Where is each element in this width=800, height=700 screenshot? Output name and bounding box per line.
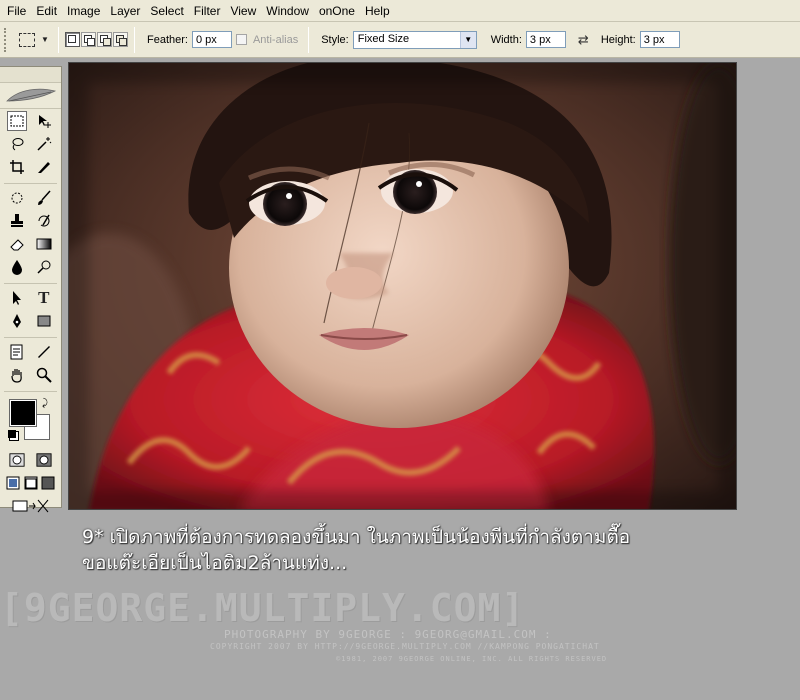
photo-portrait-child — [69, 63, 736, 509]
screen-mode-maximized-icon[interactable] — [22, 473, 40, 493]
tools-panel: T ⤸ — [0, 66, 62, 512]
screen-mode-full-icon[interactable] — [39, 473, 57, 493]
document-canvas[interactable] — [68, 62, 737, 510]
style-label: Style: — [321, 33, 349, 46]
menu-onone[interactable]: onOne — [314, 0, 360, 22]
menu-view[interactable]: View — [225, 0, 261, 22]
notes-tool-icon[interactable] — [7, 342, 27, 362]
selection-mode-group — [65, 32, 128, 47]
watermark-photographer: PHOTOGRAPHY BY 9GEORGE : 9GEORG@GMAIL.CO… — [224, 628, 552, 641]
chevron-down-icon: ▼ — [459, 31, 476, 48]
lasso-tool-icon[interactable] — [7, 134, 27, 154]
marquee-tool-icon[interactable] — [7, 110, 28, 131]
intersect-selection-button[interactable] — [113, 32, 128, 47]
caption-line-1: 9* เปิดภาพที่ต้องการทดลองขึ้นมา ในภาพเป็… — [82, 526, 631, 548]
foreground-color-swatch[interactable] — [9, 399, 37, 427]
menu-help[interactable]: Help — [360, 0, 395, 22]
gradient-tool-icon[interactable] — [34, 234, 54, 254]
height-label: Height: — [600, 33, 636, 46]
watermark-copyright: COPYRIGHT 2007 BY HTTP://9GEORGE.MULTIPL… — [210, 642, 600, 651]
slice-tool-icon[interactable] — [34, 157, 54, 177]
style-select-value: Fixed Size — [357, 32, 410, 45]
caption-line-2: ขอแต๊ะเอียเป็นไอติม2ล้านแท่ง... — [82, 552, 348, 574]
standard-mode-icon[interactable] — [7, 450, 27, 470]
move-tool-icon[interactable] — [34, 111, 54, 131]
hand-tool-icon[interactable] — [7, 365, 27, 385]
zoom-tool-icon[interactable] — [34, 365, 54, 385]
eyedropper-tool-icon[interactable] — [34, 342, 54, 362]
new-selection-button[interactable] — [65, 32, 80, 47]
quick-mask-mode-icon[interactable] — [34, 450, 54, 470]
swap-dimensions-icon[interactable]: ⇄ — [578, 32, 589, 48]
options-bar: ▼ Feather: Anti-alias Style: Fixed Size … — [0, 22, 800, 58]
chevron-down-icon: ▼ — [41, 35, 49, 44]
tools-panel-header[interactable] — [0, 67, 61, 83]
history-brush-tool-icon[interactable] — [34, 211, 54, 231]
menu-bar: File Edit Image Layer Select Filter View… — [0, 0, 800, 22]
feather-label: Feather: — [147, 33, 188, 46]
color-swatches: ⤸ — [6, 398, 61, 446]
menu-file[interactable]: File — [2, 0, 31, 22]
tutorial-caption: 9* เปิดภาพที่ต้องการทดลองขึ้นมา ในภาพเป็… — [82, 524, 630, 576]
magic-wand-tool-icon[interactable] — [34, 134, 54, 154]
menu-image[interactable]: Image — [62, 0, 105, 22]
type-tool-icon[interactable]: T — [34, 288, 54, 308]
add-to-selection-button[interactable] — [81, 32, 96, 47]
tool-preset-picker[interactable]: ▼ — [18, 28, 52, 52]
width-label: Width: — [490, 33, 522, 46]
antialias-label: Anti-alias — [252, 33, 299, 46]
clone-stamp-tool-icon[interactable] — [7, 211, 27, 231]
width-input[interactable] — [525, 31, 566, 48]
height-input[interactable] — [639, 31, 680, 48]
style-select[interactable]: Fixed Size ▼ — [352, 30, 477, 49]
default-colors-icon[interactable] — [8, 430, 16, 438]
healing-brush-tool-icon[interactable] — [7, 188, 27, 208]
eraser-tool-icon[interactable] — [7, 234, 27, 254]
pen-tool-icon[interactable] — [7, 311, 27, 331]
menu-window[interactable]: Window — [261, 0, 314, 22]
feather-logo-icon[interactable] — [0, 83, 61, 109]
menu-filter[interactable]: Filter — [189, 0, 226, 22]
antialias-checkbox[interactable] — [235, 34, 247, 45]
swap-colors-icon[interactable]: ⤸ — [42, 398, 48, 409]
blur-tool-icon[interactable] — [7, 257, 27, 277]
jump-to-imageready-icon[interactable] — [9, 496, 53, 516]
feather-input[interactable] — [191, 31, 232, 48]
menu-select[interactable]: Select — [145, 0, 188, 22]
crop-tool-icon[interactable] — [7, 157, 27, 177]
brush-tool-icon[interactable] — [34, 188, 54, 208]
screen-mode-standard-icon[interactable] — [4, 473, 22, 493]
menu-edit[interactable]: Edit — [31, 0, 62, 22]
rectangular-marquee-icon — [19, 32, 35, 47]
subtract-from-selection-button[interactable] — [97, 32, 112, 47]
rectangle-tool-icon[interactable] — [34, 311, 54, 331]
menu-layer[interactable]: Layer — [105, 0, 145, 22]
path-selection-tool-icon[interactable] — [7, 288, 27, 308]
watermark-site: [9GEORGE.MULTIPLY.COM] — [0, 586, 526, 630]
dodge-tool-icon[interactable] — [34, 257, 54, 277]
watermark-rights: ©1981, 2007 9GEORGE ONLINE, INC. ALL RIG… — [336, 655, 608, 663]
options-bar-grip[interactable] — [4, 27, 8, 52]
